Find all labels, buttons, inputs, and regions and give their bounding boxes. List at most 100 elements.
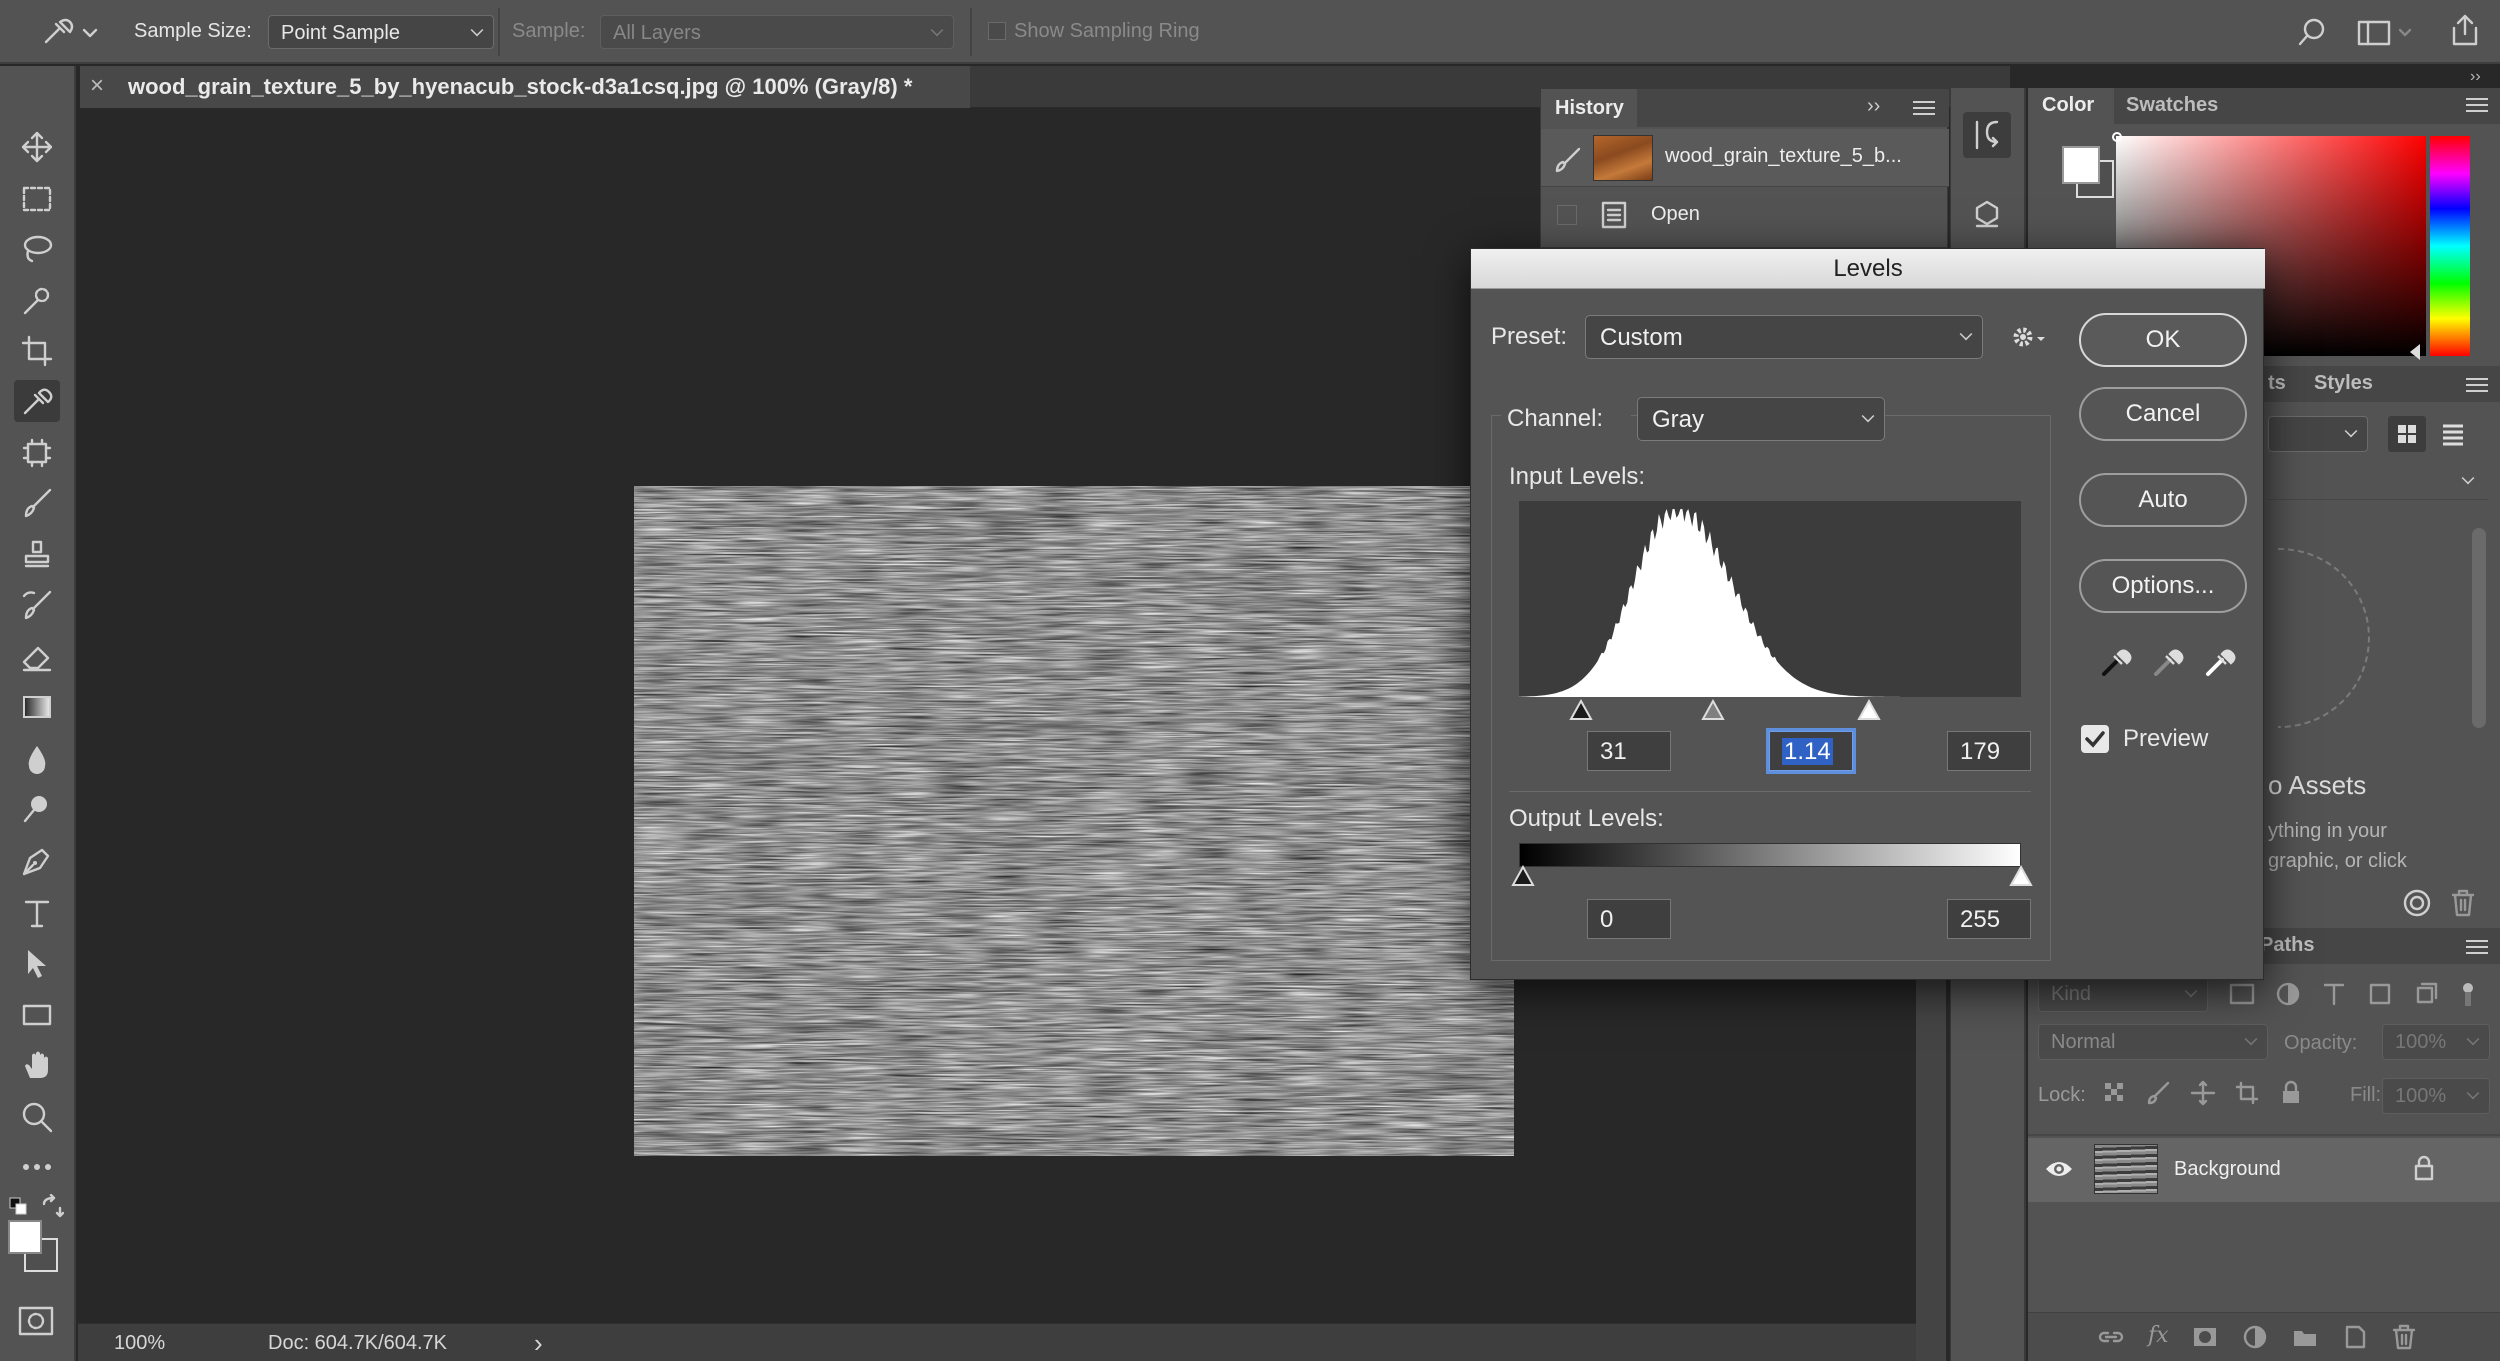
frame-tool[interactable] — [14, 432, 60, 474]
close-tab-icon[interactable]: × — [90, 72, 104, 100]
blur-tool[interactable] — [14, 738, 60, 780]
output-white-field[interactable]: 255 — [1947, 899, 2031, 939]
output-black-slider[interactable] — [1511, 865, 1535, 887]
layer-name[interactable]: Background — [2174, 1158, 2281, 1181]
levels-title[interactable]: Levels — [1471, 249, 2265, 289]
pen-tool[interactable] — [14, 840, 60, 882]
type-filter-icon[interactable] — [2320, 980, 2348, 1008]
lock-transparent-icon[interactable] — [2102, 1080, 2128, 1106]
gradient-tool[interactable] — [14, 686, 60, 728]
creative-cloud-icon[interactable] — [2402, 888, 2432, 918]
new-group-icon[interactable] — [2291, 1323, 2319, 1351]
layers-menu-icon[interactable] — [2466, 940, 2488, 954]
output-gradient-bar[interactable] — [1519, 843, 2021, 867]
rectangle-tool[interactable] — [14, 994, 60, 1036]
input-white-point-slider[interactable] — [1857, 699, 1881, 721]
foreground-color-chip[interactable] — [2062, 146, 2100, 184]
auto-button[interactable]: Auto — [2079, 473, 2247, 527]
delete-layer-icon[interactable] — [2391, 1323, 2417, 1351]
marquee-tool[interactable] — [14, 178, 60, 220]
hue-slider[interactable] — [2430, 136, 2470, 356]
history-step-open[interactable]: Open — [1541, 189, 1949, 239]
opacity-field[interactable]: 100% — [2382, 1024, 2490, 1060]
layer-visibility-eye-icon[interactable] — [2044, 1158, 2074, 1180]
input-black-point-slider[interactable] — [1569, 699, 1593, 721]
properties-panel-icon[interactable] — [1963, 194, 2011, 240]
history-step-checkbox[interactable] — [1557, 205, 1577, 225]
eyedropper-tool-preset-icon[interactable] — [40, 16, 100, 48]
type-tool[interactable] — [14, 892, 60, 934]
new-layer-icon[interactable] — [2341, 1323, 2369, 1351]
eraser-tool[interactable] — [14, 636, 60, 678]
search-icon[interactable] — [2296, 16, 2328, 48]
library-search-field[interactable] — [2268, 464, 2488, 500]
swap-colors-icon[interactable] — [40, 1194, 64, 1218]
libraries-scrollbar[interactable] — [2472, 528, 2486, 728]
document-tab[interactable]: × wood_grain_texture_5_by_hyenacub_stock… — [80, 66, 970, 108]
history-snapshot[interactable]: wood_grain_texture_5_b... — [1541, 129, 1949, 187]
adjustment-filter-icon[interactable] — [2274, 980, 2302, 1008]
crop-tool[interactable] — [14, 330, 60, 372]
gray-point-eyedropper-icon[interactable] — [2151, 643, 2187, 679]
color-menu-icon[interactable] — [2466, 98, 2488, 112]
lock-pixels-icon[interactable] — [2146, 1080, 2172, 1106]
paths-tab[interactable]: Paths — [2260, 934, 2314, 957]
brush-tool[interactable] — [14, 482, 60, 524]
move-tool[interactable] — [14, 126, 60, 168]
library-dropdown[interactable] — [2268, 416, 2368, 452]
add-mask-icon[interactable] — [2191, 1323, 2219, 1351]
white-point-eyedropper-icon[interactable] — [2203, 643, 2239, 679]
filter-toggle-icon[interactable] — [2458, 980, 2478, 1008]
show-ring-checkbox[interactable] — [988, 22, 1006, 40]
zoom-tool[interactable] — [14, 1096, 60, 1138]
libraries-tab[interactable]: ts — [2268, 372, 2286, 395]
dodge-tool[interactable] — [14, 788, 60, 830]
libraries-menu-icon[interactable] — [2466, 378, 2488, 392]
library-trash-icon[interactable] — [2450, 888, 2476, 918]
zoom-level[interactable]: 100% — [114, 1332, 165, 1355]
default-colors-icon[interactable] — [8, 1196, 28, 1216]
shape-filter-icon[interactable] — [2366, 980, 2394, 1008]
blend-mode-dropdown[interactable]: Normal — [2038, 1024, 2268, 1060]
stamp-tool[interactable] — [14, 534, 60, 576]
adjustment-layer-icon[interactable] — [2241, 1323, 2269, 1351]
sample-size-dropdown[interactable]: Point Sample — [268, 15, 494, 49]
lock-position-icon[interactable] — [2190, 1080, 2216, 1106]
workspace-icon[interactable] — [2356, 16, 2416, 48]
color-field-cursor[interactable] — [2112, 132, 2122, 142]
options-button[interactable]: Options... — [2079, 559, 2247, 613]
lasso-tool[interactable] — [14, 228, 60, 270]
fill-field[interactable]: 100% — [2382, 1078, 2490, 1114]
link-layers-icon[interactable] — [2096, 1323, 2126, 1351]
color-tab[interactable]: Color — [2042, 94, 2094, 117]
swatches-tab[interactable]: Swatches — [2126, 94, 2218, 117]
history-tab[interactable]: History — [1555, 97, 1624, 120]
sample-dropdown[interactable]: All Layers — [600, 15, 954, 49]
eyedropper-tool[interactable] — [14, 380, 60, 422]
preset-options-gear-icon[interactable] — [2009, 321, 2049, 353]
lock-all-icon[interactable] — [2278, 1080, 2304, 1106]
right-dock-collapse-icon[interactable]: ›› — [2470, 68, 2481, 86]
input-slider-track[interactable] — [1519, 697, 2021, 725]
cancel-button[interactable]: Cancel — [2079, 387, 2247, 441]
history-brush-source-icon[interactable] — [1553, 145, 1583, 173]
input-gamma-slider[interactable] — [1701, 699, 1725, 721]
layer-style-fx-icon[interactable]: fx — [2148, 1323, 2169, 1351]
ok-button[interactable]: OK — [2079, 313, 2247, 367]
layer-filter-kind[interactable]: Kind — [2038, 976, 2208, 1012]
path-select-tool[interactable] — [14, 942, 60, 984]
share-icon[interactable] — [2448, 12, 2482, 48]
more-tools[interactable] — [14, 1146, 60, 1188]
lock-artboard-icon[interactable] — [2234, 1080, 2260, 1106]
list-view-icon[interactable] — [2434, 416, 2472, 452]
status-menu-arrow-icon[interactable]: › — [534, 1328, 543, 1359]
input-black-field[interactable]: 31 — [1587, 731, 1671, 771]
output-white-slider[interactable] — [2009, 865, 2033, 887]
quick-select-tool[interactable] — [14, 280, 60, 322]
hue-slider-thumb[interactable] — [2410, 344, 2420, 360]
history-panel-icon[interactable] — [1963, 112, 2011, 158]
foreground-color-swatch[interactable] — [8, 1220, 42, 1254]
black-point-eyedropper-icon[interactable] — [2099, 643, 2135, 679]
input-white-field[interactable]: 179 — [1947, 731, 2031, 771]
smart-object-filter-icon[interactable] — [2412, 980, 2440, 1008]
